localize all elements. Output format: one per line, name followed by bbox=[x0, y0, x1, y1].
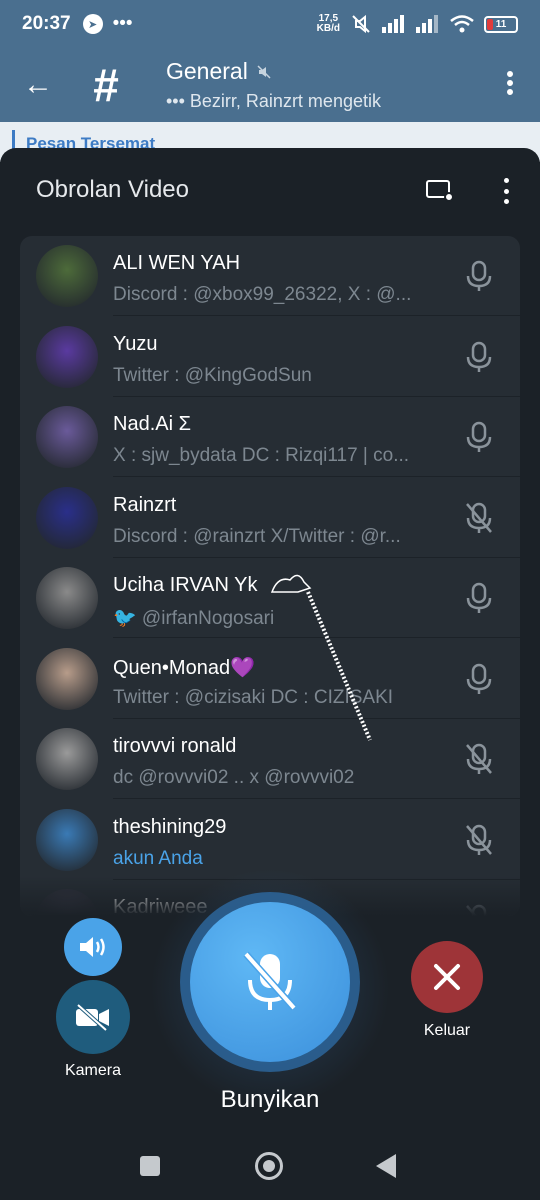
scribble-doodle bbox=[270, 574, 372, 741]
participant-name: ALI WEN YAH bbox=[113, 252, 241, 274]
participant-row[interactable]: ALI WEN YAH Discord : @xbox99_26322, X : … bbox=[20, 236, 520, 316]
status-dots: ••• bbox=[112, 13, 133, 34]
participant-name: Yuzu bbox=[113, 332, 158, 355]
participant-name: Uciha IRVAN Yk bbox=[113, 574, 258, 596]
status-time: 20:37 bbox=[22, 13, 71, 34]
mic-icon[interactable] bbox=[464, 663, 494, 695]
arrow-left-icon: ← bbox=[23, 68, 53, 101]
participant-name: Quen•Monad💜 bbox=[113, 656, 255, 679]
battery-icon: 11 bbox=[484, 15, 518, 33]
avatar bbox=[36, 486, 98, 549]
telegram-icon: ➤ bbox=[82, 14, 103, 34]
participant-about: Discord : @xbox99_26322, X : @... bbox=[113, 284, 412, 305]
wifi-icon bbox=[450, 15, 474, 33]
avatar bbox=[36, 406, 98, 468]
signal-icon bbox=[416, 15, 438, 33]
mic-icon[interactable] bbox=[464, 582, 494, 614]
back-button[interactable]: ← bbox=[0, 48, 76, 122]
typing-status: ••• Bezirr, Rainzrt mengetik bbox=[166, 91, 381, 111]
participant-about: Discord : @rainzrt X/Twitter : @r... bbox=[113, 525, 401, 547]
leave-label: Keluar bbox=[423, 1022, 471, 1039]
avatar bbox=[36, 647, 98, 710]
mic-icon[interactable] bbox=[464, 421, 494, 453]
mic-label: Bunyikan bbox=[220, 1086, 320, 1113]
avatar bbox=[36, 808, 98, 871]
unmute-mic-button[interactable] bbox=[190, 902, 350, 1062]
speaker-icon bbox=[80, 937, 105, 957]
screen-share-button[interactable] bbox=[426, 178, 454, 202]
leave-button[interactable] bbox=[411, 941, 483, 1013]
mic-off-icon[interactable] bbox=[464, 502, 494, 534]
avatar bbox=[36, 245, 98, 307]
sheet-title: Obrolan Video bbox=[36, 176, 189, 203]
mic-icon[interactable] bbox=[464, 341, 494, 373]
participant-name: Rainzrt bbox=[113, 493, 177, 516]
avatar bbox=[36, 325, 98, 388]
avatar bbox=[36, 567, 98, 629]
chat-title: General bbox=[166, 58, 248, 84]
mic-off-icon bbox=[243, 951, 297, 1011]
back-nav-button[interactable] bbox=[376, 1154, 396, 1178]
chat-header: ← # General ••• Bezirr, Rainzrt mengetik bbox=[0, 48, 540, 122]
mute-icon bbox=[257, 64, 271, 79]
video-off-icon bbox=[76, 1003, 109, 1032]
mute-icon bbox=[352, 14, 370, 34]
participant-name: theshining29 bbox=[113, 815, 227, 838]
participant-row[interactable]: Rainzrt Discord : @rainzrt X/Twitter : @r… bbox=[20, 478, 520, 558]
avatar bbox=[36, 728, 98, 790]
camera-label: Kamera bbox=[64, 1062, 122, 1079]
signal-icon bbox=[382, 15, 404, 33]
status-bar: 20:37 ➤ ••• 17,5 KB/d 11 bbox=[0, 0, 540, 48]
participant-about: Twitter : @KingGodSun bbox=[113, 364, 312, 386]
net-speed: 17,5 KB/d bbox=[316, 13, 340, 34]
participant-name: Nad.Ai Σ bbox=[113, 413, 191, 435]
mic-icon[interactable] bbox=[464, 260, 494, 292]
close-icon bbox=[434, 964, 460, 990]
mic-off-icon[interactable] bbox=[464, 743, 494, 775]
recents-button[interactable] bbox=[140, 1156, 160, 1176]
participant-about: dc @rovvvi02 .. x @rovvvi02 bbox=[113, 767, 355, 788]
participant-row[interactable]: Yuzu Twitter : @KingGodSun bbox=[20, 317, 520, 397]
participant-row[interactable]: Nad.Ai Σ X : sjw_bydata DC : Rizqi117 | c… bbox=[20, 397, 520, 477]
home-button[interactable] bbox=[255, 1152, 283, 1180]
participant-about: akun Anda bbox=[113, 847, 203, 869]
participant-name: tirovvvi ronald bbox=[113, 735, 237, 757]
sheet-more-button[interactable] bbox=[500, 178, 512, 204]
more-vertical-icon bbox=[507, 71, 513, 95]
speaker-button[interactable] bbox=[64, 918, 122, 976]
channel-hash-icon: # bbox=[93, 59, 119, 111]
mic-off-icon[interactable] bbox=[464, 824, 494, 856]
system-nav-bar bbox=[0, 1132, 540, 1200]
camera-button[interactable] bbox=[56, 980, 130, 1054]
participant-about: X : sjw_bydata DC : Rizqi117 | co... bbox=[113, 445, 410, 466]
more-menu-button[interactable] bbox=[506, 70, 514, 96]
chat-title-block[interactable]: General ••• Bezirr, Rainzrt mengetik bbox=[166, 58, 381, 112]
